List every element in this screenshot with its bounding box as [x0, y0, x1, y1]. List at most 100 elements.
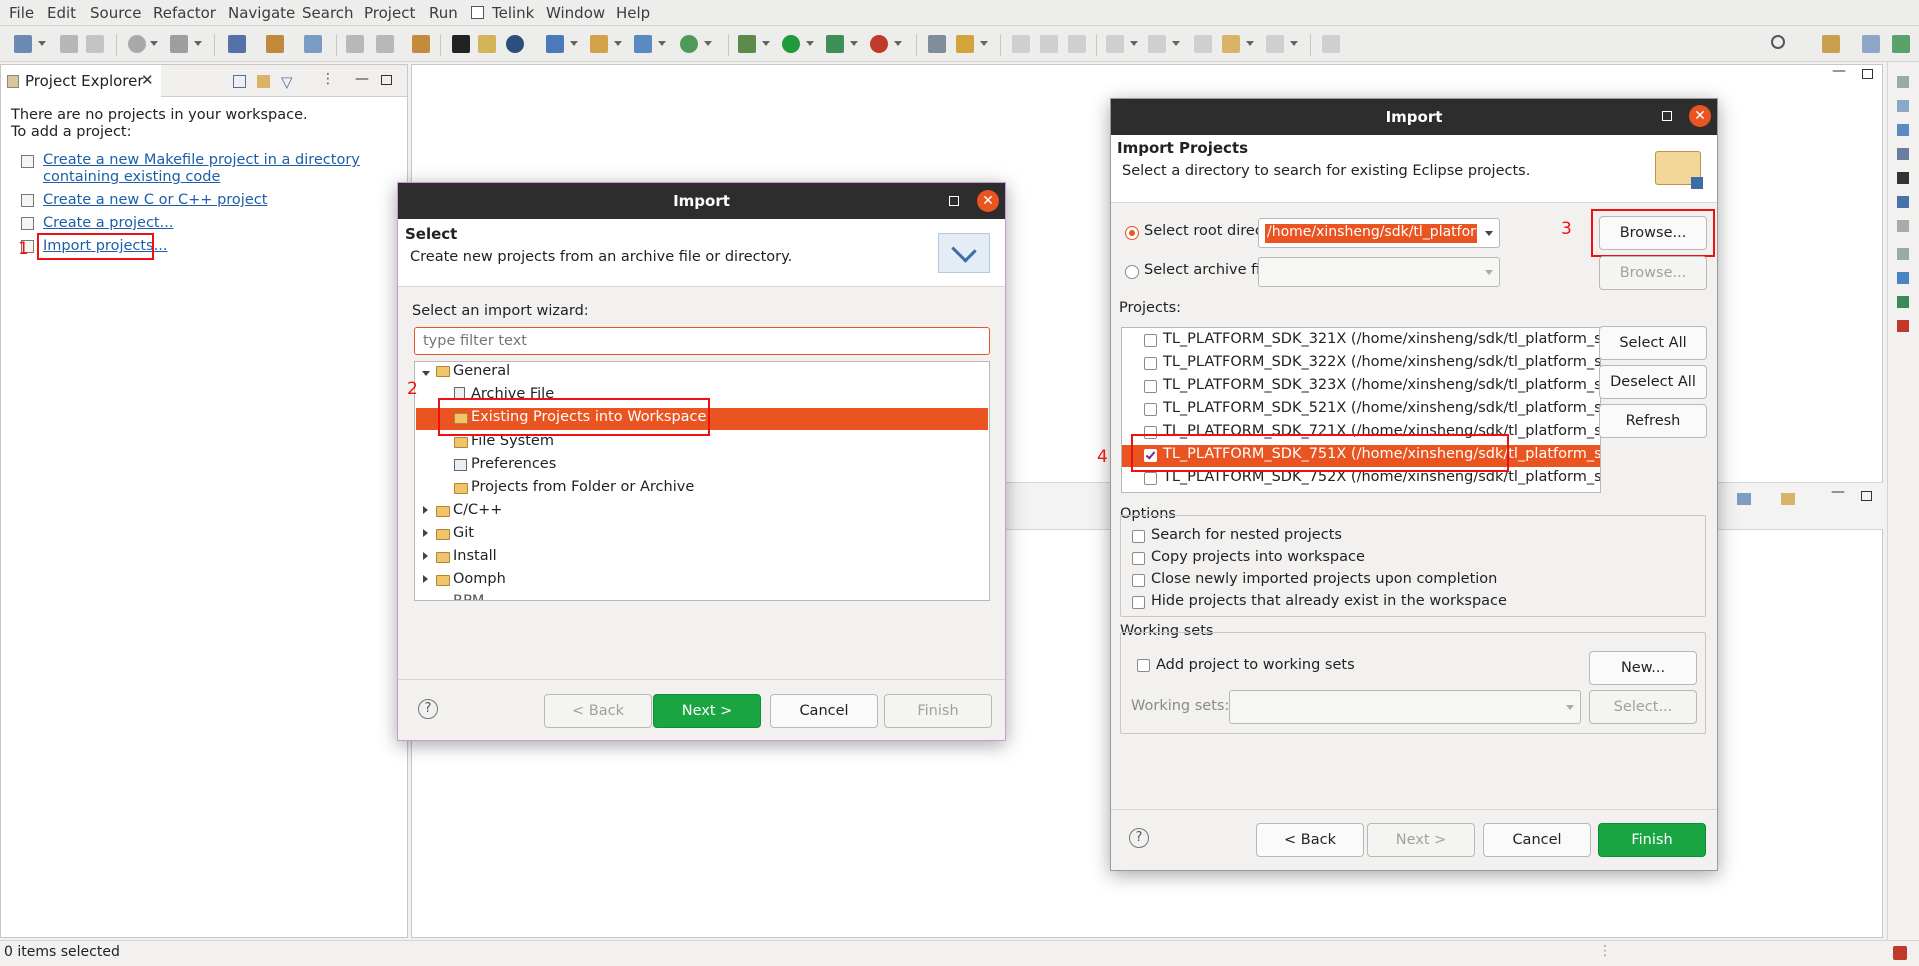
- undo-icon[interactable]: [346, 35, 364, 53]
- close-icon[interactable]: ✕: [141, 71, 154, 89]
- chevron-down-icon[interactable]: [1566, 705, 1574, 710]
- target-icon[interactable]: [266, 35, 284, 53]
- project-explorer-tab[interactable]: Project Explorer ✕: [1, 65, 161, 97]
- project-checkbox[interactable]: [1144, 472, 1157, 485]
- console-view-icon[interactable]: [1897, 196, 1909, 208]
- archive-file-combo[interactable]: [1258, 257, 1500, 287]
- tree-projects-from-folder[interactable]: Projects from Folder or Archive: [471, 479, 694, 495]
- tree-rpm[interactable]: RPM: [453, 593, 484, 600]
- include-browser-icon[interactable]: [1897, 124, 1909, 136]
- pdf-icon[interactable]: [1897, 320, 1909, 332]
- menu-project[interactable]: Project: [364, 4, 415, 22]
- help-icon[interactable]: ?: [418, 699, 438, 719]
- new-file-icon[interactable]: [634, 35, 652, 53]
- maximize-icon[interactable]: [381, 75, 392, 85]
- tree-oomph[interactable]: Oomph: [453, 571, 506, 587]
- new-icon[interactable]: [14, 35, 32, 53]
- browse-archive-button[interactable]: Browse...: [1599, 256, 1707, 290]
- tree-general[interactable]: General: [453, 363, 510, 379]
- finish-button[interactable]: Finish: [884, 694, 992, 728]
- minimize-icon[interactable]: —: [355, 71, 369, 87]
- expand-icon[interactable]: [423, 575, 428, 583]
- create-project-link[interactable]: Create a project...: [43, 215, 173, 231]
- chevron-down-icon[interactable]: [1485, 231, 1493, 236]
- menu-run[interactable]: Run: [429, 4, 458, 22]
- minimized-view-2-icon[interactable]: [1897, 248, 1909, 260]
- pin-editor-icon[interactable]: [1322, 35, 1340, 53]
- maximize-icon[interactable]: [949, 196, 959, 206]
- chip-icon[interactable]: [452, 35, 470, 53]
- close-projects-checkbox[interactable]: [1132, 574, 1145, 587]
- chevron-down-icon[interactable]: [1485, 270, 1493, 275]
- external-tools-icon[interactable]: [870, 35, 888, 53]
- help-icon[interactable]: ?: [1129, 828, 1149, 848]
- create-c-project-link[interactable]: Create a new C or C++ project: [43, 192, 267, 208]
- working-sets-combo[interactable]: [1229, 690, 1581, 724]
- next-button[interactable]: Next >: [1367, 823, 1475, 857]
- menu-file[interactable]: File: [9, 4, 34, 22]
- archive-file-radio[interactable]: [1125, 265, 1139, 279]
- menu-search[interactable]: Search: [302, 4, 354, 22]
- outline-icon[interactable]: [1897, 100, 1909, 112]
- menu-help[interactable]: Help: [616, 4, 650, 22]
- save-all-icon[interactable]: [86, 35, 104, 53]
- project-checkbox[interactable]: [1144, 334, 1157, 347]
- new-working-set-button[interactable]: New...: [1589, 651, 1697, 685]
- last-edit-icon[interactable]: [1194, 35, 1212, 53]
- forward-icon[interactable]: [1266, 35, 1284, 53]
- debug-perspective-icon[interactable]: [1892, 35, 1910, 53]
- task-icon[interactable]: [928, 35, 946, 53]
- project-checkbox[interactable]: [1144, 357, 1157, 370]
- error-log-icon[interactable]: [1893, 946, 1907, 960]
- maximize-icon[interactable]: [1662, 111, 1672, 121]
- tree-git[interactable]: Git: [453, 525, 474, 541]
- select-all-button[interactable]: Select All: [1599, 326, 1707, 360]
- display-console-icon[interactable]: [1737, 493, 1751, 505]
- tree-cpp[interactable]: C/C++: [453, 502, 502, 518]
- c-perspective-icon[interactable]: [1862, 35, 1880, 53]
- run-icon[interactable]: [782, 35, 800, 53]
- menu-telink[interactable]: Telink: [492, 4, 534, 22]
- menu-navigate[interactable]: Navigate: [228, 4, 295, 22]
- hide-projects-checkbox[interactable]: [1132, 596, 1145, 609]
- tree-preferences[interactable]: Preferences: [471, 456, 556, 472]
- block-select-icon[interactable]: [1040, 35, 1058, 53]
- collapse-all-icon[interactable]: [233, 75, 246, 88]
- open-console-icon[interactable]: [1781, 493, 1795, 505]
- menu-refactor[interactable]: Refactor: [153, 4, 216, 22]
- skip-icon[interactable]: [304, 35, 322, 53]
- registers-icon[interactable]: [1897, 272, 1909, 284]
- menu-edit[interactable]: Edit: [47, 4, 76, 22]
- wand-icon[interactable]: [956, 35, 974, 53]
- whitespace-icon[interactable]: [1068, 35, 1086, 53]
- expand-icon[interactable]: [423, 552, 428, 560]
- project-checkbox[interactable]: [1144, 380, 1157, 393]
- back-icon[interactable]: [1222, 35, 1240, 53]
- back-button[interactable]: < Back: [544, 694, 652, 728]
- refresh-button[interactable]: Refresh: [1599, 404, 1707, 438]
- editor-minimize-icon[interactable]: —: [1832, 63, 1846, 79]
- minimized-view-icon[interactable]: [1897, 76, 1909, 88]
- add-to-working-sets-checkbox[interactable]: [1137, 659, 1150, 672]
- properties-icon[interactable]: [1897, 220, 1909, 232]
- console-minimize-icon[interactable]: —: [1831, 484, 1845, 500]
- expand-icon[interactable]: [422, 371, 430, 376]
- build-icon[interactable]: [170, 35, 188, 53]
- filter-icon[interactable]: ▽: [281, 73, 293, 91]
- build-config-icon[interactable]: [128, 35, 146, 53]
- cancel-button[interactable]: Cancel: [1483, 823, 1591, 857]
- refresh-tool-icon[interactable]: [680, 35, 698, 53]
- link-editor-icon[interactable]: [257, 75, 270, 88]
- deselect-all-button[interactable]: Deselect All: [1599, 365, 1707, 399]
- select-working-set-button[interactable]: Select...: [1589, 690, 1697, 724]
- view-menu-icon[interactable]: ⋮: [321, 71, 335, 87]
- binary-icon[interactable]: [1897, 172, 1909, 184]
- search-tool-icon[interactable]: [506, 35, 524, 53]
- menu-window[interactable]: Window: [546, 4, 605, 22]
- new-folder-icon[interactable]: [590, 35, 608, 53]
- root-directory-radio[interactable]: [1125, 226, 1139, 240]
- close-icon[interactable]: ✕: [1689, 105, 1711, 127]
- debug-icon[interactable]: [738, 35, 756, 53]
- next-button[interactable]: Next >: [653, 694, 761, 728]
- create-makefile-project-link-cont[interactable]: containing existing code: [43, 169, 220, 185]
